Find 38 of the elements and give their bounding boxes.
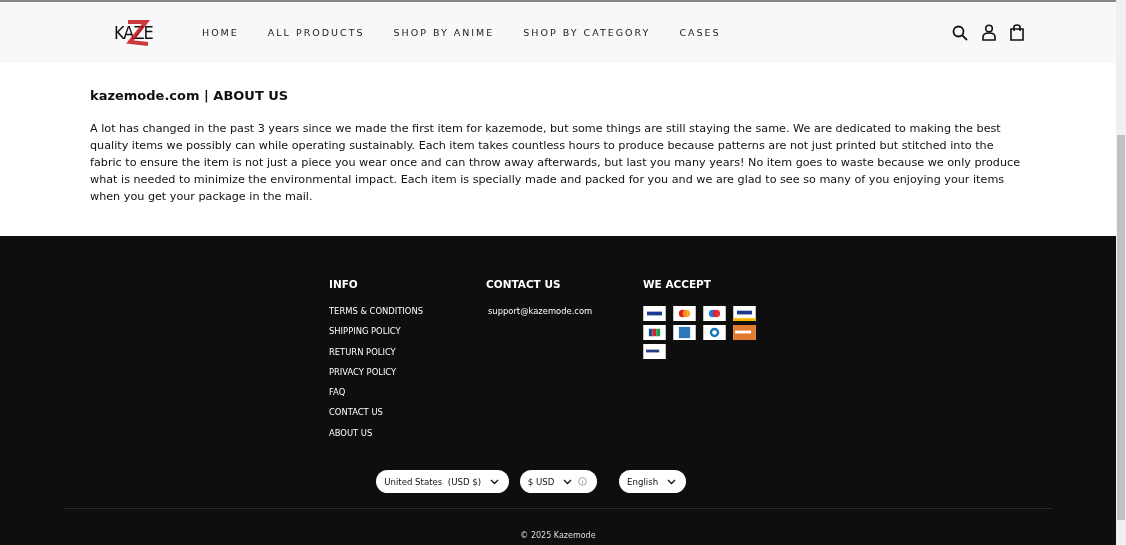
payment-card-icon (733, 325, 756, 340)
payment-card-icon (643, 306, 666, 321)
about-paragraph: A lot has changed in the past 3 years since we made the first item for kazemode, but some things are still staying the same. We are dedicated to making the best quality items we possibly can while operating sustainably. Each item takes countless hours to produce because patterns are not just printed but stitched into the fabric to ensure the item is not just a piece you wear once and can throw away afterwards, but last you many years! No item goes to waste because we only produce what is needed to minimize the environmental impact. Each item is specially made and packed for you and we are glad to see so many of you enjoying your items when you get your package in the mail. (90, 121, 1022, 205)
footer-link[interactable]: RETURN POLICY (329, 346, 486, 357)
payment-card-icon (703, 306, 726, 321)
dropdown[interactable]: English (619, 470, 686, 494)
chevron-down-icon (563, 478, 573, 485)
footer-link[interactable]: CONTACT US (329, 407, 486, 418)
chevron-down-icon (666, 478, 676, 485)
payment-card-icon (673, 306, 696, 321)
nav-link[interactable]: CASES (679, 27, 721, 38)
account-icon[interactable] (982, 24, 996, 41)
dropdown[interactable]: United States (USD $) (376, 470, 509, 494)
footer-heading: INFO (329, 278, 359, 290)
footer-link[interactable]: SHIPPING POLICY (329, 326, 486, 337)
footer-heading: CONTACT US (486, 278, 562, 290)
payment-card-icon (733, 306, 756, 321)
footer-link[interactable]: PRIVACY POLICY (329, 366, 486, 377)
footer-link[interactable]: ABOUT US (329, 427, 486, 438)
search-icon[interactable] (952, 24, 968, 41)
footer-heading: WE ACCEPT (643, 278, 712, 290)
page-heading: kazemode.com | ABOUT US (90, 88, 290, 103)
scrollbar[interactable] (1116, 0, 1126, 545)
payment-card-icon (673, 325, 696, 340)
bag-icon[interactable] (1010, 24, 1024, 41)
payment-card-icon (643, 325, 666, 340)
nav-link[interactable]: ALL PRODUCTS (267, 27, 365, 38)
chevron-down-icon (489, 478, 499, 485)
nav-link[interactable]: SHOP BY ANIME (393, 27, 495, 38)
payment-card-icon (643, 344, 666, 359)
footer-link[interactable]: FAQ (329, 387, 486, 398)
footer-link[interactable]: TERMS & CONDITIONS (329, 306, 486, 316)
nav-link[interactable]: HOME (202, 27, 239, 38)
dropdown[interactable]: $ USD (519, 470, 598, 494)
payment-card-icon (703, 325, 726, 340)
email-link[interactable]: support@kazemode.com (486, 306, 643, 316)
nav-link[interactable]: SHOP BY CATEGORY (523, 27, 651, 38)
copyright-text: © 2025 Kazemode (519, 531, 597, 541)
